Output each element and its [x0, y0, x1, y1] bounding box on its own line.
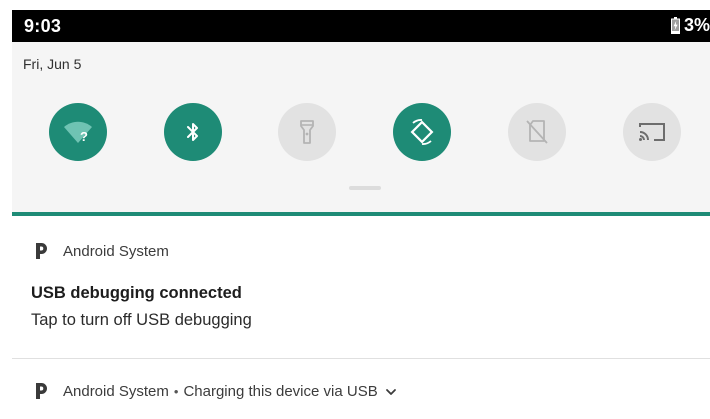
no-sim-tile[interactable]: [508, 103, 566, 161]
auto-rotate-icon: [410, 119, 434, 145]
status-time: 9:03: [24, 16, 62, 36]
date-label[interactable]: Fri, Jun 5: [23, 56, 81, 72]
android-system-p-icon: [36, 383, 47, 399]
notification-app-name: Android System: [63, 243, 169, 260]
notification-title: USB debugging connected: [31, 284, 242, 302]
notification-summary: Charging this device via USB: [183, 383, 378, 400]
auto-rotate-tile[interactable]: [393, 103, 451, 161]
header-separator: •: [173, 384, 179, 399]
cast-tile[interactable]: [623, 103, 681, 161]
status-bar: 9:03 3%: [12, 10, 710, 42]
wifi-tile[interactable]: ?: [49, 103, 107, 161]
svg-text:?: ?: [80, 129, 88, 144]
notification-shade: 9:03 3% Fri, Jun 5 ? Android System USB …: [0, 0, 710, 419]
notification-charging[interactable]: Android System • Charging this device vi…: [12, 359, 710, 419]
no-sim-icon: [526, 120, 548, 144]
android-system-p-icon: [36, 243, 47, 259]
cast-icon: [639, 123, 665, 141]
notification-header: Android System • Charging this device vi…: [63, 383, 397, 400]
notification-text: Tap to turn off USB debugging: [31, 311, 252, 329]
status-indicators: 3%: [670, 15, 710, 36]
wifi-question-icon: ?: [64, 121, 92, 144]
quick-settings-panel: Fri, Jun 5 ?: [12, 42, 710, 212]
notification-usb-debugging[interactable]: Android System USB debugging connected T…: [12, 216, 710, 358]
battery-percent: 3%: [683, 15, 710, 35]
flashlight-icon: [300, 120, 314, 144]
battery-charging-icon: [670, 17, 680, 34]
chevron-down-icon[interactable]: [385, 386, 397, 398]
flashlight-tile[interactable]: [278, 103, 336, 161]
bluetooth-tile[interactable]: [164, 103, 222, 161]
bluetooth-icon: [187, 123, 198, 141]
drag-handle[interactable]: [349, 186, 381, 190]
notification-app-name: Android System: [63, 383, 169, 400]
